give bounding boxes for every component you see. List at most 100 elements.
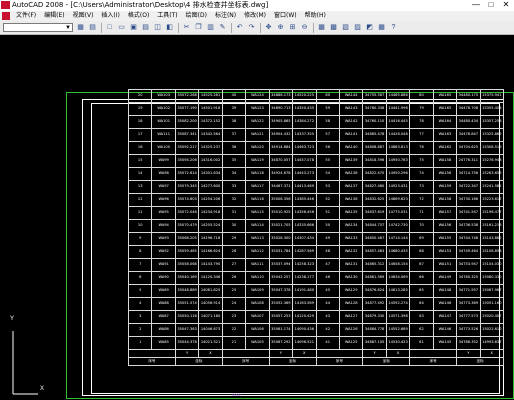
table-cell: 35072.614 xyxy=(174,167,200,181)
table-cell: 14520.225 xyxy=(292,89,317,103)
table-cell: 14021.321 xyxy=(198,336,223,350)
cut-icon[interactable]: ✂ xyxy=(182,23,191,32)
help-icon[interactable]: ? xyxy=(389,23,398,32)
table-cell: 14863.813 xyxy=(385,141,411,155)
save-icon[interactable]: ▣ xyxy=(129,23,138,32)
menu-tools[interactable]: 工具(T) xyxy=(153,11,181,21)
table-cell: 67 xyxy=(409,258,434,272)
minimize-button[interactable]: — xyxy=(470,0,482,10)
menu-draw[interactable]: 绘图(D) xyxy=(182,11,211,21)
tool-palettes-icon[interactable]: ▧ xyxy=(341,23,350,32)
table-cell: 35067.292 xyxy=(268,336,294,350)
table-cell: 15022.610 xyxy=(479,323,505,337)
table-cell: WA89 xyxy=(151,284,176,298)
table-cell: WA114 xyxy=(245,219,270,233)
menu-help[interactable]: 帮助(H) xyxy=(301,11,330,21)
table-cell: 14923.431 xyxy=(385,180,411,194)
document-icon[interactable] xyxy=(2,12,10,20)
table-cell: 36 xyxy=(221,141,247,155)
menu-file[interactable]: 文件(F) xyxy=(12,11,40,21)
table-cell: 33 xyxy=(221,180,247,194)
table-cell: 15067.967 xyxy=(479,284,505,298)
menu-format[interactable]: 格式(O) xyxy=(124,11,153,21)
table-cell: 15196.477 xyxy=(479,206,505,220)
table-cell: 34476.847 xyxy=(456,128,481,142)
layer-state-icon[interactable]: ▤ xyxy=(88,23,97,32)
table-cell: WA111 xyxy=(151,128,176,142)
table-cell: 35 xyxy=(221,154,247,168)
layer-manager-icon[interactable]: ▦ xyxy=(76,23,85,32)
table-cell: 15161.213 xyxy=(479,219,505,233)
menu-modify[interactable]: 修改(M) xyxy=(240,11,270,21)
zoom-realtime-icon[interactable]: ⊕ xyxy=(276,23,285,32)
zoom-previous-icon[interactable]: ⊖ xyxy=(300,23,309,32)
subheader-blank-cell xyxy=(128,349,176,358)
subheader-y-cell: Y xyxy=(362,349,387,358)
table-cell: WA129 xyxy=(338,284,364,298)
table-cell: 14090.436 xyxy=(292,323,317,337)
table-cell: 35068.205 xyxy=(174,232,200,246)
table-cell: 14658.154 xyxy=(385,258,411,272)
table-cell: WA124 xyxy=(245,89,270,103)
table-cell: 39 xyxy=(221,102,247,116)
table-cell: 65 xyxy=(409,284,434,298)
table-cell: WA127 xyxy=(338,310,364,324)
open-file-icon[interactable]: ▭ xyxy=(117,23,126,32)
calculator-icon[interactable]: ▦ xyxy=(377,23,386,32)
new-file-icon[interactable]: □ xyxy=(105,23,114,32)
table-cell: WA96 xyxy=(151,193,176,207)
table-cell: 27 xyxy=(221,258,247,272)
pan-icon[interactable]: ✥ xyxy=(264,23,273,32)
table-cell: 34914.684 xyxy=(268,141,294,155)
table-cell: 71 xyxy=(409,206,434,220)
print-icon[interactable]: ▤ xyxy=(141,23,150,32)
table-cell: 15241.582 xyxy=(479,180,505,194)
preview-icon[interactable]: ◫ xyxy=(153,23,162,32)
table-cell: 34904.432 xyxy=(268,128,294,142)
table-cell: WA120 xyxy=(245,141,270,155)
table-cell: 5 xyxy=(127,284,153,298)
chevron-down-icon[interactable]: ▼ xyxy=(65,24,71,32)
menu-window[interactable]: 窗口(W) xyxy=(270,11,301,21)
table-cell: 14384.272 xyxy=(292,115,317,129)
table-cell: 49 xyxy=(315,232,340,246)
table-cell: 35050.116 xyxy=(174,310,200,324)
table-cell: 34870.057 xyxy=(268,154,294,168)
layer-dropdown[interactable]: ▼ xyxy=(3,23,73,32)
table-cell: 34 xyxy=(221,167,247,181)
menu-insert[interactable]: 插入(I) xyxy=(97,11,123,21)
table-cell: 35061.174 xyxy=(268,323,294,337)
table-cell: 34467.371 xyxy=(268,180,294,194)
autocad-window: AutoCAD 2008 - [C:\Users\Administrator\D… xyxy=(0,0,514,400)
table-cell: 14525.281 xyxy=(198,89,223,103)
copy-icon[interactable]: ❐ xyxy=(194,23,203,32)
paste-icon[interactable]: ▥ xyxy=(206,23,215,32)
sheet-set-icon[interactable]: ▨ xyxy=(353,23,362,32)
undo-icon[interactable]: ↶ xyxy=(235,23,244,32)
design-center-icon[interactable]: ▩ xyxy=(329,23,338,32)
table-cell: 47 xyxy=(315,258,340,272)
properties-icon[interactable]: ▦ xyxy=(317,23,326,32)
table-row: 6 WA90 35040.169 14120.346 26 WA110 35042.257 1… xyxy=(127,271,505,285)
zoom-window-icon[interactable]: ⊞ xyxy=(288,23,297,32)
redo-icon[interactable]: ↷ xyxy=(247,23,256,32)
table-cell: 35070.479 xyxy=(174,219,200,233)
close-button[interactable]: ✕ xyxy=(500,0,512,10)
table-cell: 34760.325 xyxy=(456,271,481,285)
table-cell: 51 xyxy=(315,206,340,220)
maximize-button[interactable]: □ xyxy=(485,0,497,10)
match-properties-icon[interactable]: ✎ xyxy=(218,23,227,32)
markup-icon[interactable]: ◩ xyxy=(365,23,374,32)
table-cell: 35044.378 xyxy=(174,336,200,350)
table-cell: WA93 xyxy=(151,232,176,246)
table-cell: WA151 xyxy=(432,258,458,272)
table-cell: 15276.948 xyxy=(479,154,505,168)
table-cell: 15080.330 xyxy=(479,271,505,285)
table-cell: 14046.673 xyxy=(198,323,223,337)
header-coordinate-cell: 坐标 xyxy=(268,357,317,366)
menu-view[interactable]: 视图(V) xyxy=(69,11,98,21)
menu-dimension[interactable]: 标注(N) xyxy=(211,11,240,21)
publish-icon[interactable]: ◧ xyxy=(165,23,174,32)
menu-edit[interactable]: 编辑(E) xyxy=(40,11,68,21)
table-cell: 69 xyxy=(409,232,434,246)
